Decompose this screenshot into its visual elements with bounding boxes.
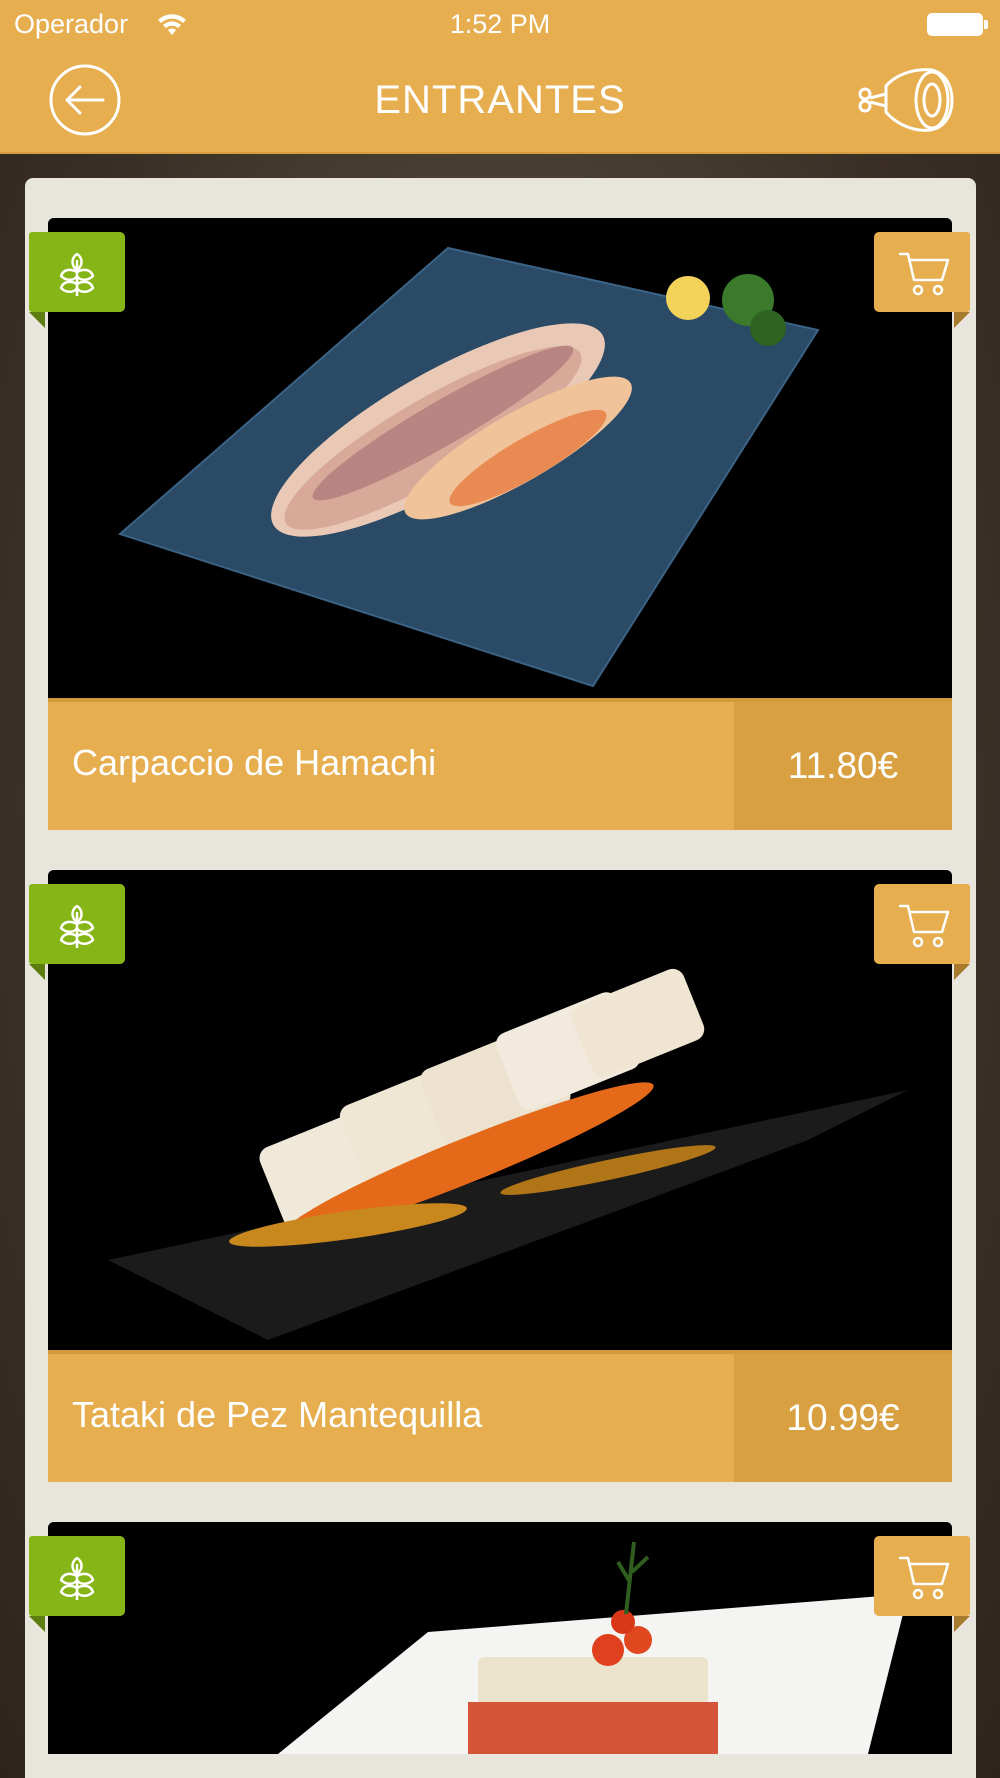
app-header: Operador 1:52 PM ENTRANTES — [0, 0, 1000, 154]
dish-price: 10.99€ — [734, 1354, 952, 1482]
wheat-icon — [59, 1556, 95, 1600]
cart-icon — [898, 1556, 950, 1600]
ham-leg-icon — [858, 68, 954, 132]
add-to-cart-button[interactable] — [874, 232, 970, 328]
dish-photo[interactable] — [48, 870, 952, 1350]
add-to-cart-button[interactable] — [874, 1536, 970, 1632]
vegetarian-badge[interactable] — [29, 884, 125, 980]
cart-icon — [898, 252, 950, 296]
dish-photo[interactable] — [48, 218, 952, 698]
cart-icon — [898, 904, 950, 948]
dish-price: 11.80€ — [734, 702, 952, 830]
vegetarian-badge[interactable] — [29, 1536, 125, 1632]
status-bar: Operador 1:52 PM — [0, 0, 1000, 50]
category-button[interactable] — [856, 64, 954, 134]
page-title: ENTRANTES — [374, 78, 626, 122]
vegetarian-badge[interactable] — [29, 232, 125, 328]
dish-info-bar: Carpaccio de Hamachi 11.80€ — [48, 698, 952, 830]
dish-photo[interactable] — [48, 1522, 952, 1754]
dish-photo-carpaccio — [48, 218, 952, 698]
clock: 1:52 PM — [449, 9, 551, 39]
battery-icon — [927, 13, 988, 36]
dish-info-bar: Tataki de Pez Mantequilla 10.99€ — [48, 1350, 952, 1482]
dish-photo-third — [48, 1522, 952, 1754]
add-to-cart-button[interactable] — [874, 884, 970, 980]
dish-name: Tataki de Pez Mantequilla — [72, 1394, 483, 1435]
dish-photo-tataki — [48, 870, 952, 1350]
dish-name: Carpaccio de Hamachi — [72, 742, 437, 783]
wheat-icon — [59, 904, 95, 948]
wheat-icon — [59, 252, 95, 296]
